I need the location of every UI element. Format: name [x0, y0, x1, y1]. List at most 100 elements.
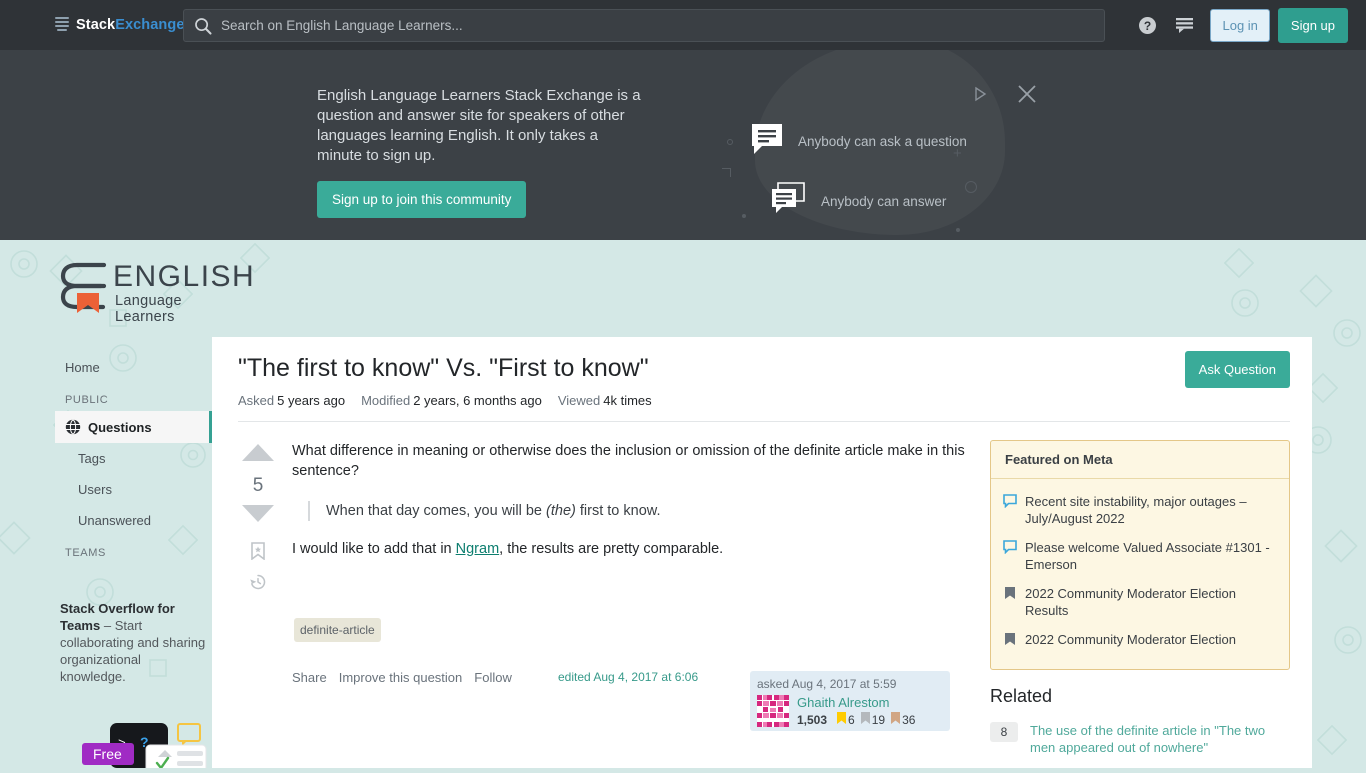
improve-question-link[interactable]: Improve this question: [339, 670, 463, 685]
meta-viewed: Viewed 4k times: [558, 393, 652, 408]
inbox-icon[interactable]: [1166, 0, 1204, 50]
featured-item-link[interactable]: Recent site instability, major outages –…: [1025, 493, 1277, 527]
sidebar-item-tags[interactable]: Tags: [55, 443, 212, 474]
vote-down-arrow-icon[interactable]: [238, 503, 278, 529]
search-bar[interactable]: [183, 9, 1105, 42]
related-title: Related: [990, 686, 1053, 706]
owner-row: Ghaith Alrestom 1,503 6 19 36: [757, 695, 943, 727]
comment-bubble-icon: [1003, 540, 1017, 559]
meta-modified-label: Modified: [361, 393, 411, 408]
stack-exchange-logo[interactable]: StackExchange: [55, 17, 185, 33]
meta-asked: Asked 5 years ago: [238, 393, 345, 408]
paragraph-2-before: I would like to add that in: [292, 541, 456, 557]
left-sidebar: Home PUBLIC Questions Tags Users Unanswe…: [55, 352, 212, 564]
question-actions: Share Improve this question Follow: [292, 670, 524, 685]
vote-score: 5: [252, 475, 264, 496]
svg-text:?: ?: [1144, 19, 1151, 33]
edited-timestamp[interactable]: edited Aug 4, 2017 at 6:06: [558, 670, 698, 684]
owner-name[interactable]: Ghaith Alrestom: [797, 695, 915, 710]
share-link[interactable]: Share: [292, 670, 327, 685]
sidebar-item-users[interactable]: Users: [55, 474, 212, 505]
search-input[interactable]: [212, 18, 1104, 33]
question-owner-card: asked Aug 4, 2017 at 5:59 Ghaith Alresto…: [750, 671, 950, 731]
related-question-link[interactable]: The use of the definite article in "The …: [1030, 722, 1290, 756]
hero-signup-button[interactable]: Sign up to join this community: [317, 181, 527, 218]
next-arrow-icon[interactable]: [973, 86, 987, 102]
meta-modified-value: 2 years, 6 months ago: [413, 393, 542, 408]
right-sidebar: Featured on Meta Recent site instability…: [990, 440, 1290, 761]
vote-controls: 5: [238, 442, 278, 591]
teams-ad-free-badge: Free: [93, 746, 122, 762]
list-item[interactable]: 2022 Community Moderator Election: [1003, 625, 1277, 657]
top-bar-right-actions: ? Log in Sign up: [1128, 0, 1348, 50]
list-item[interactable]: 8 The use of the definite article in "Th…: [990, 717, 1290, 761]
sidebar-item-questions[interactable]: Questions: [55, 411, 212, 443]
bookmark-icon[interactable]: [251, 542, 265, 561]
stack-exchange-logo-text: StackExchange: [76, 17, 185, 33]
paragraph-2-after: , the results are pretty comparable.: [499, 541, 724, 557]
featured-item-link[interactable]: 2022 Community Moderator Election Result…: [1025, 585, 1277, 619]
hero-feature-1: Anybody can ask a question: [798, 134, 967, 149]
question-tags: definite-article: [294, 618, 381, 642]
featured-item-link[interactable]: Please welcome Valued Associate #1301 - …: [1025, 539, 1277, 573]
featured-on-meta-box: Featured on Meta Recent site instability…: [990, 440, 1290, 670]
teams-advertisement[interactable]: Stack Overflow for Teams – Start collabo…: [60, 600, 210, 773]
sidebar-item-unanswered[interactable]: Unanswered: [55, 505, 212, 536]
bronze-badge-count: 36: [902, 712, 916, 727]
featured-item-link[interactable]: 2022 Community Moderator Election: [1025, 631, 1236, 648]
page-title: "The first to know" Vs. "First to know": [238, 354, 649, 382]
hero-deco-dot: [742, 214, 746, 218]
gold-badge-count: 6: [848, 712, 855, 727]
log-in-button[interactable]: Log in: [1210, 8, 1270, 42]
owner-info: Ghaith Alrestom 1,503 6 19 36: [797, 695, 915, 727]
site-logo[interactable]: ENGLISH Language Learners: [57, 258, 254, 325]
blockquote-emphasis: (the): [546, 503, 576, 519]
vote-up-arrow-icon[interactable]: [238, 442, 278, 468]
sidebar-item-tags-label: Tags: [78, 451, 106, 466]
sidebar-item-home-label: Home: [65, 360, 100, 375]
sidebar-item-questions-label: Questions: [88, 419, 152, 435]
meta-viewed-label: Viewed: [557, 393, 601, 408]
help-icon[interactable]: ?: [1128, 0, 1166, 50]
hero-description: English Language Learners Stack Exchange…: [317, 87, 641, 164]
question-meta: Asked 5 years ago Modified 2 years, 6 month…: [238, 393, 668, 408]
teams-ad-illustration: >_ ? Free: [82, 705, 212, 773]
ngram-link[interactable]: Ngram: [456, 541, 500, 557]
sidebar-item-home[interactable]: Home: [55, 352, 212, 383]
question-body: What difference in meaning or otherwise …: [292, 441, 970, 559]
list-item[interactable]: Please welcome Valued Associate #1301 - …: [1003, 533, 1277, 579]
tag-definite-article[interactable]: definite-article: [294, 618, 381, 642]
silver-badge-count: 19: [871, 712, 886, 727]
anybody-can-answer-bubble-icon: [770, 181, 806, 224]
stack-exchange-mark-icon: [55, 17, 69, 33]
ask-question-button[interactable]: Ask Question: [1184, 351, 1290, 388]
meta-modified: Modified 2 years, 6 months ago: [361, 393, 542, 408]
top-navigation-bar: StackExchange ? Log in Sign up: [0, 0, 1366, 50]
sidebar-section-teams: TEAMS: [65, 547, 106, 559]
close-icon[interactable]: [1016, 83, 1038, 105]
history-icon[interactable]: [249, 573, 267, 591]
blockquote-before: When that day comes, you will be: [326, 503, 547, 519]
meta-viewed-value: 4k times: [603, 393, 652, 408]
asked-timestamp: asked Aug 4, 2017 at 5:59: [757, 677, 897, 691]
question-blockquote: When that day comes, you will be (the) f…: [308, 501, 970, 521]
sidebar-section-public: PUBLIC: [65, 394, 109, 406]
list-item[interactable]: Recent site instability, major outages –…: [1003, 487, 1277, 533]
hero-feature-2: Anybody can answer: [821, 194, 947, 209]
avatar[interactable]: [757, 695, 789, 727]
sign-up-button[interactable]: Sign up: [1277, 7, 1348, 43]
follow-link[interactable]: Follow: [474, 670, 512, 685]
globe-icon: [65, 419, 81, 435]
bookmark-icon: [1003, 586, 1017, 605]
site-logo-book-icon: [60, 262, 107, 313]
hero-deco-corner: [722, 168, 731, 177]
hero-deco-circle: [727, 139, 733, 145]
question-paragraph-2: I would like to add that in Ngram, the r…: [292, 539, 970, 559]
site-logo-subtitle: Language Learners: [115, 293, 182, 325]
bronze-badge-icon: [891, 712, 901, 727]
list-item[interactable]: 2022 Community Moderator Election Result…: [1003, 579, 1277, 625]
divider: [238, 421, 1290, 422]
related-score: 8: [990, 722, 1018, 742]
site-logo-title: ENGLISH: [113, 260, 256, 293]
logo-exchange-word: Exchange: [115, 17, 185, 33]
